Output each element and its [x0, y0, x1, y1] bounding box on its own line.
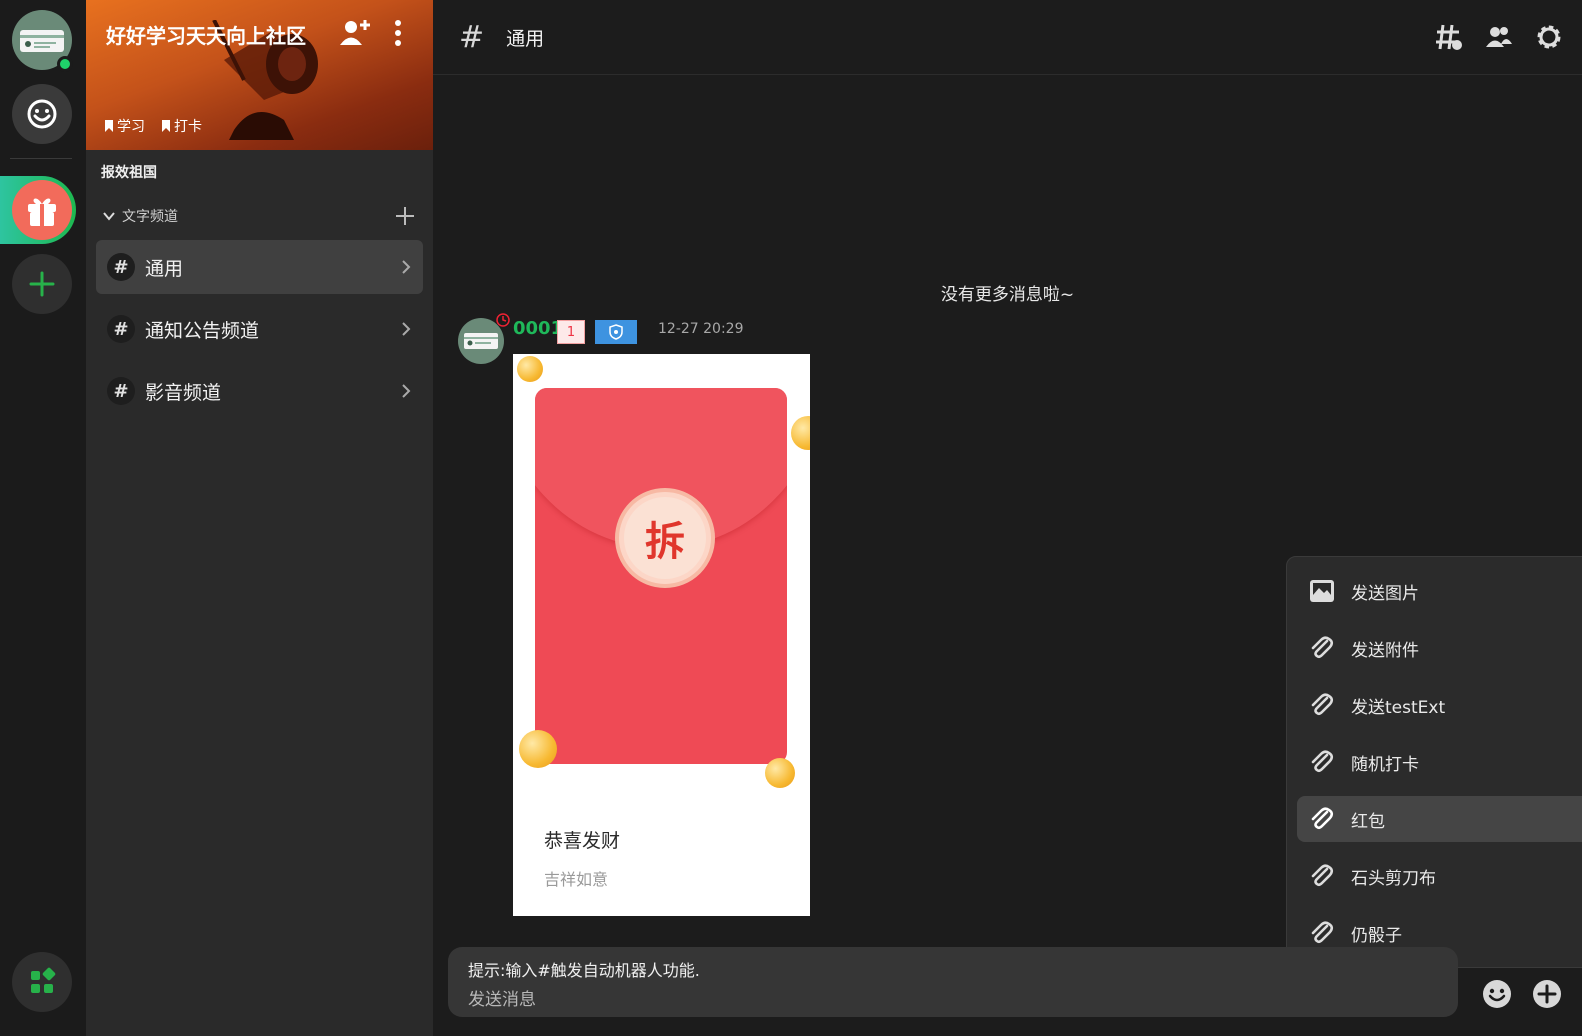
red-packet-card[interactable]: 拆 恭喜发财 吉祥如意 — [513, 354, 810, 916]
channel-sidebar: 好好学习天天向上社区 学习 打卡 报效祖国 文字频道 # 通用 # 通知公告频道… — [86, 0, 433, 1036]
community-banner: 好好学习天天向上社区 学习 打卡 — [86, 0, 433, 150]
header-actions — [1434, 22, 1564, 52]
hash-icon: # — [107, 377, 135, 405]
menu-item-send-testext[interactable]: 发送testExt — [1297, 682, 1582, 728]
bookmark-icon — [162, 120, 170, 132]
add-channel-icon[interactable] — [395, 206, 415, 226]
smile-icon — [27, 99, 57, 129]
community-tags: 学习 打卡 — [104, 116, 202, 136]
shield-icon — [609, 324, 623, 340]
coin-decoration — [519, 730, 557, 768]
apps-grid-icon — [31, 967, 56, 993]
online-status-dot — [57, 56, 73, 72]
verified-badge — [595, 320, 637, 344]
hash-icon: # — [107, 315, 135, 343]
gift-icon — [28, 198, 56, 226]
server-rail — [0, 0, 86, 1036]
add-server-button[interactable] — [12, 254, 72, 314]
channel-group-label: 文字频道 — [122, 209, 178, 225]
chat-main: # 通用 没有更多消息啦~ 0001 1 12-27 20:29 拆 恭喜发财 … — [433, 0, 1582, 1036]
channel-label: 通知公告频道 — [145, 319, 260, 342]
menu-item-random-checkin[interactable]: 随机打卡 — [1297, 739, 1582, 785]
paperclip-icon — [1311, 636, 1334, 659]
attachment-menu: 发送图片 发送附件 发送testExt 随机打卡 红包 石头剪刀布 仍骰子 — [1286, 556, 1582, 968]
chat-header: # 通用 — [433, 0, 1582, 75]
paperclip-icon — [1311, 921, 1334, 944]
menu-item-send-image[interactable]: 发送图片 — [1297, 568, 1582, 614]
composer-hint: 提示:输入#触发自动机器人功能. — [468, 961, 700, 980]
section-title: 报效祖国 — [101, 165, 157, 181]
coin-decoration — [517, 356, 543, 382]
channel-hash-icon: # — [459, 19, 485, 55]
discover-apps-button[interactable] — [12, 952, 72, 1012]
no-more-messages: 没有更多消息啦~ — [940, 285, 1075, 305]
channel-item-general[interactable]: # 通用 — [96, 240, 423, 294]
message-time: 12-27 20:29 — [658, 321, 744, 337]
message-input[interactable]: 发送消息 — [468, 985, 536, 1010]
menu-label: 发送testExt — [1351, 697, 1446, 718]
invite-member-button[interactable] — [339, 18, 371, 52]
chevron-down-icon — [103, 212, 115, 221]
channel-title: 通用 — [506, 27, 545, 50]
chevron-right-icon — [402, 260, 411, 274]
message-composer[interactable]: 提示:输入#触发自动机器人功能. 发送消息 — [448, 947, 1458, 1017]
paperclip-icon — [1311, 864, 1334, 887]
message-username[interactable]: 0001 — [513, 318, 563, 339]
paperclip-icon — [1311, 693, 1334, 716]
community-tag: 打卡 — [161, 116, 202, 136]
red-packet-title: 恭喜发财 — [544, 830, 621, 852]
hash-icon: # — [107, 253, 135, 281]
channel-group-header[interactable]: 文字频道 — [102, 205, 415, 227]
gear-icon[interactable] — [1534, 22, 1564, 52]
app-root: 好好学习天天向上社区 学习 打卡 报效祖国 文字频道 # 通用 # 通知公告频道… — [0, 0, 1582, 1036]
menu-label: 发送附件 — [1351, 640, 1419, 661]
community-more-button[interactable] — [392, 18, 404, 52]
channel-label: 影音频道 — [145, 381, 222, 404]
channel-label: 通用 — [145, 257, 184, 280]
paperclip-icon — [1311, 750, 1334, 773]
gift-server-button[interactable] — [12, 180, 72, 240]
tag-label: 学习 — [117, 119, 145, 135]
red-packet-subtitle: 吉祥如意 — [544, 870, 609, 889]
members-icon[interactable] — [1484, 22, 1514, 52]
menu-item-send-attachment[interactable]: 发送附件 — [1297, 625, 1582, 671]
chevron-right-icon — [402, 322, 411, 336]
seal-text: 拆 — [624, 497, 706, 579]
coin-decoration — [791, 416, 810, 450]
menu-label: 随机打卡 — [1351, 754, 1419, 775]
menu-label: 仍骰子 — [1351, 925, 1402, 946]
plus-icon — [29, 271, 55, 297]
image-icon — [1310, 580, 1334, 602]
add-user-icon — [340, 20, 370, 45]
channel-item-announcements[interactable]: # 通知公告频道 — [96, 302, 423, 356]
menu-label: 红包 — [1351, 811, 1385, 832]
channel-item-media[interactable]: # 影音频道 — [96, 364, 423, 418]
rail-divider — [10, 158, 72, 159]
level-badge: 1 — [557, 320, 585, 344]
chevron-right-icon — [402, 384, 411, 398]
tag-label: 打卡 — [174, 119, 202, 135]
community-tag: 学习 — [104, 116, 145, 136]
menu-item-rock-paper-scissors[interactable]: 石头剪刀布 — [1297, 853, 1582, 899]
menu-label: 石头剪刀布 — [1351, 868, 1436, 889]
emoji-icon[interactable] — [1481, 978, 1513, 1010]
channel-settings-hash-icon[interactable] — [1434, 22, 1464, 52]
paperclip-icon — [1311, 807, 1334, 830]
coin-decoration — [765, 758, 795, 788]
community-name: 好好学习天天向上社区 — [106, 24, 306, 48]
menu-label: 发送图片 — [1351, 583, 1419, 604]
clock-icon — [496, 313, 510, 327]
red-packet-envelope: 拆 — [535, 388, 787, 764]
red-packet-seal[interactable]: 拆 — [615, 488, 715, 588]
more-vertical-icon — [395, 20, 401, 46]
smile-server-button[interactable] — [12, 84, 72, 144]
add-attachment-icon[interactable] — [1531, 978, 1563, 1010]
bookmark-icon — [105, 120, 113, 132]
menu-item-red-packet[interactable]: 红包 — [1297, 796, 1582, 842]
